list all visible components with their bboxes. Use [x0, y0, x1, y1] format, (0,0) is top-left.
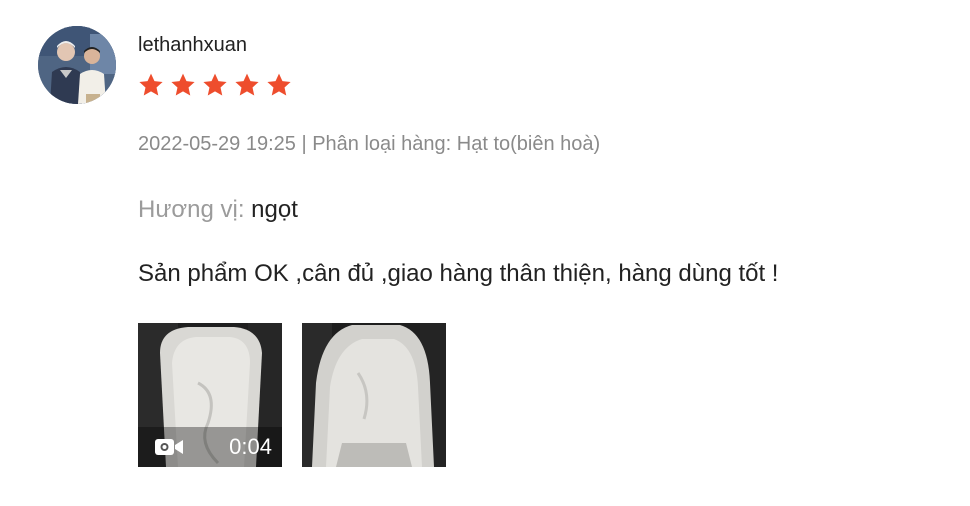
video-camera-icon	[155, 439, 183, 455]
star-icon	[267, 73, 291, 96]
video-thumbnail[interactable]: 0:04	[138, 323, 282, 467]
review-photo	[302, 323, 446, 467]
review-meta: 2022-05-29 19:25 | Phân loại hàng: Hạt t…	[138, 133, 601, 155]
rating-stars	[138, 72, 292, 98]
attribute-label: Hương vị:	[138, 196, 245, 223]
review-attribute: Hương vị: ngọt	[138, 195, 298, 225]
attribute-value: ngọt	[251, 196, 298, 223]
video-duration: 0:04	[229, 434, 272, 459]
review-comment: Sản phẩm OK ,cân đủ ,giao hàng thân thiệ…	[138, 260, 779, 287]
photo-thumbnail[interactable]	[302, 323, 446, 467]
avatar[interactable]	[38, 26, 116, 104]
star-icon	[171, 73, 195, 96]
star-icon	[235, 73, 259, 96]
star-icon	[139, 73, 163, 96]
review-media: 0:04	[138, 323, 446, 467]
product-review: lethanhxuan 2022-05-29 19:25 | Phân loại…	[0, 0, 970, 506]
username[interactable]: lethanhxuan	[138, 32, 247, 58]
star-icon	[203, 73, 227, 96]
